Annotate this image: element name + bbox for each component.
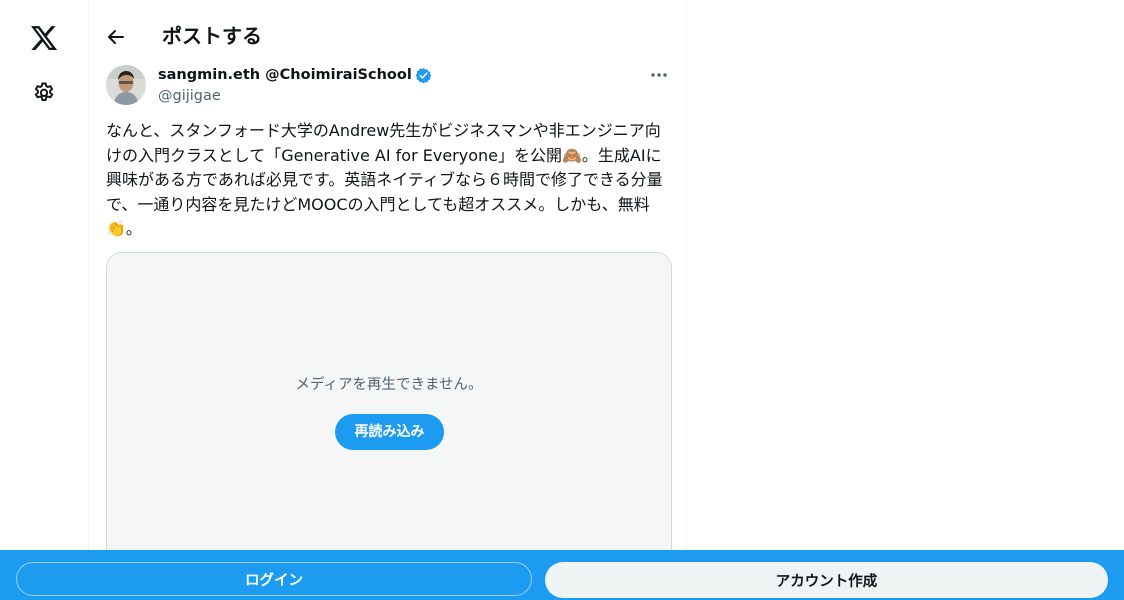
name-line: sangmin.eth @ChoimiraiSchool <box>158 65 432 85</box>
left-nav <box>0 0 88 600</box>
verified-badge-icon <box>415 67 432 84</box>
page-title: ポストする <box>162 24 262 48</box>
gear-icon[interactable] <box>22 71 66 115</box>
avatar[interactable] <box>106 65 146 105</box>
media-error-message: メディアを再生できません。 <box>295 377 483 393</box>
bottom-signup-bar: ログイン アカウント作成 <box>0 550 1124 600</box>
back-button[interactable] <box>97 18 135 56</box>
more-horizontal-icon <box>650 72 668 78</box>
signup-button[interactable]: アカウント作成 <box>545 562 1108 598</box>
reload-button[interactable]: 再読み込み <box>335 414 444 450</box>
post-author: sangmin.eth @ChoimiraiSchool @gijigae <box>106 64 674 108</box>
primary-column: ポストする sangmin.eth @ChoimiraiSchool @giji… <box>88 0 687 600</box>
post-text: なんと、スタンフォード大学のAndrew先生がビジネスマンや非エンジニア向けの入… <box>106 121 663 238</box>
arrow-left-icon <box>106 27 126 47</box>
more-button[interactable] <box>644 64 674 86</box>
x-logo-icon[interactable] <box>22 16 66 60</box>
post-header: ポストする <box>89 0 686 72</box>
page: ポストする sangmin.eth @ChoimiraiSchool @giji… <box>0 0 1124 600</box>
display-name[interactable]: sangmin.eth @ChoimiraiSchool <box>158 65 412 85</box>
login-button[interactable]: ログイン <box>16 562 532 596</box>
media-container: メディアを再生できません。 再読み込み <box>106 252 672 582</box>
user-handle[interactable]: @gijigae <box>158 86 221 106</box>
